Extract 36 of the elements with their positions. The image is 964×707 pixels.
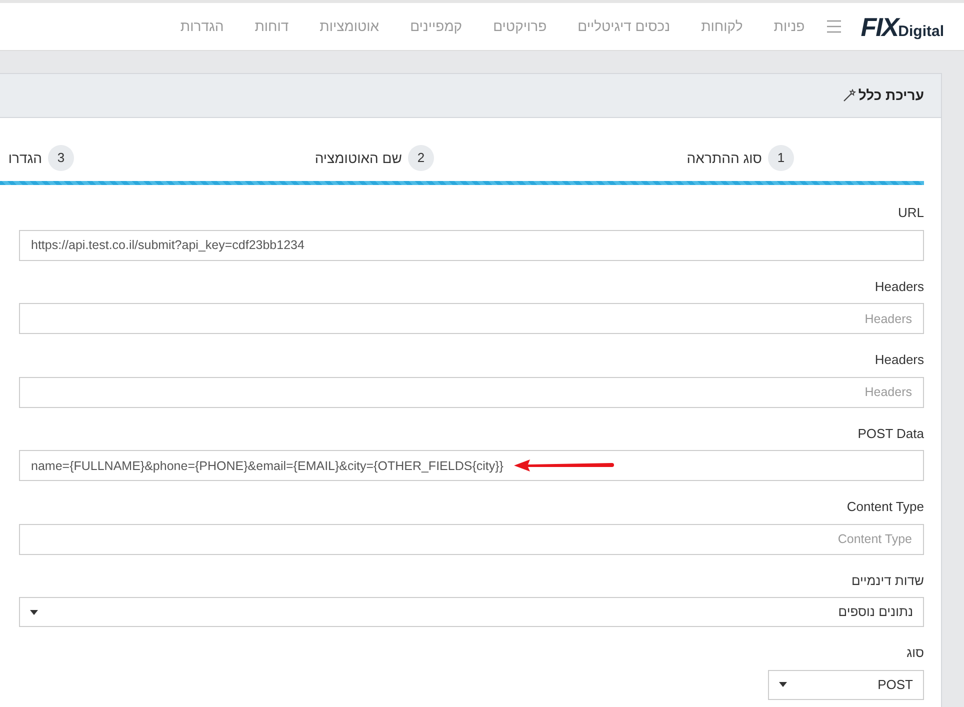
card-title: עריכת כלל: [858, 86, 924, 105]
field-label: Headers: [874, 351, 924, 369]
field-label: URL: [898, 204, 924, 222]
input-field[interactable]: https://api.test.co.il/submit?api_key=cdf23bb1234: [19, 230, 924, 260]
logo-mark: FIX: [860, 14, 898, 40]
dropdown[interactable]: POST: [768, 670, 924, 700]
step-number: 1: [768, 145, 794, 171]
dropdown[interactable]: נתונים נוספים: [19, 597, 924, 627]
caret-icon: [30, 610, 38, 614]
step-number: 2: [408, 145, 434, 171]
logo-text: Digital: [898, 24, 944, 40]
field-label: שדות דינמיים: [851, 572, 924, 590]
menu-icon[interactable]: [826, 20, 841, 33]
field-label: Content Type: [846, 498, 924, 516]
nav-link[interactable]: קמפיינים: [410, 16, 462, 37]
nav-link[interactable]: לקוחות: [701, 16, 743, 37]
input-field[interactable]: Headers: [19, 376, 924, 408]
step-label: שם האוטומציה: [314, 148, 402, 168]
wand-icon: [843, 89, 856, 102]
nav-link[interactable]: הגדרות: [180, 16, 224, 37]
step-number: 3: [48, 145, 74, 171]
caret-icon: [779, 682, 787, 687]
input-field[interactable]: name={FULLNAME}&phone={PHONE}&email={EMAIL}&city={OTHER_FIELDS{city}}: [19, 450, 924, 481]
input-field[interactable]: Headers: [19, 303, 924, 334]
nav-link[interactable]: פרויקטים: [493, 16, 547, 37]
field-label: סוג: [906, 644, 924, 662]
nav-link[interactable]: נכסים דיגיטליים: [578, 16, 670, 37]
step-label: סוג ההתראה: [686, 148, 762, 168]
step-label: הגדרו: [8, 148, 42, 168]
input-field[interactable]: Content Type: [19, 524, 924, 554]
nav-link[interactable]: אוטומציות: [320, 16, 380, 37]
field-label: Headers: [874, 278, 924, 296]
nav-link[interactable]: פניות: [774, 16, 805, 37]
logo[interactable]: FIXDigital: [860, 14, 944, 40]
nav-link[interactable]: דוחות: [254, 16, 289, 37]
field-label: POST Data: [858, 424, 924, 442]
